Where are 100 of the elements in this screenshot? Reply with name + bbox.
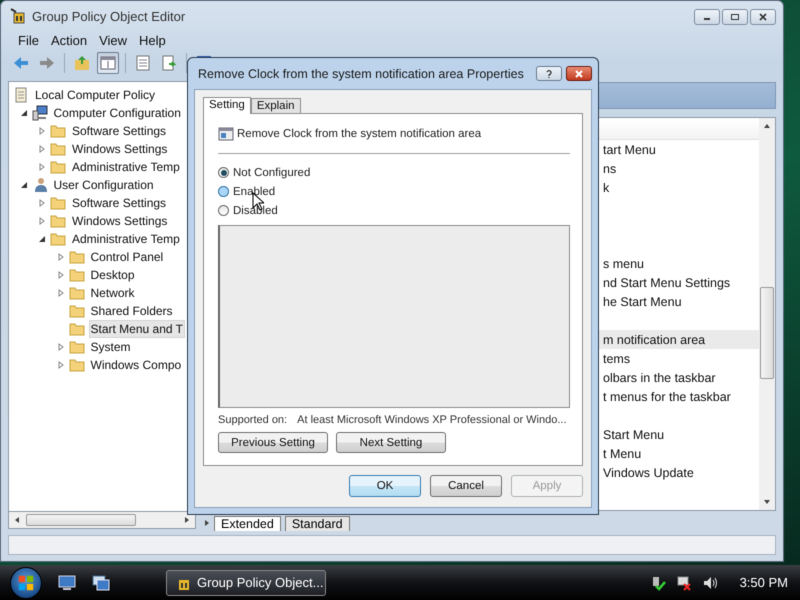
tree-item[interactable]: Windows Settings xyxy=(70,212,170,230)
radio-button[interactable] xyxy=(218,205,229,216)
tree-item[interactable]: Desktop xyxy=(88,266,137,284)
export-icon xyxy=(160,54,178,72)
dialog-tab[interactable]: Setting xyxy=(203,97,251,114)
scroll-up-icon[interactable] xyxy=(764,123,770,129)
tree-item[interactable]: Administrative Temp xyxy=(70,230,182,248)
folder-icon xyxy=(50,213,66,229)
setting-item[interactable]: Start Menu xyxy=(603,428,664,442)
setting-item[interactable]: k xyxy=(603,180,610,194)
network-icon[interactable] xyxy=(676,574,692,590)
maximize-button[interactable] xyxy=(722,9,748,25)
scroll-right-icon[interactable] xyxy=(184,517,190,523)
collapse-arrow-icon[interactable] xyxy=(38,235,46,243)
expand-arrow-icon[interactable] xyxy=(56,343,64,351)
expand-arrow-icon[interactable] xyxy=(38,163,46,171)
desktop-icon[interactable] xyxy=(58,574,76,590)
close-icon xyxy=(574,68,584,78)
windows-icon[interactable] xyxy=(92,574,110,590)
option-label[interactable]: Not Configured xyxy=(233,166,310,178)
expand-arrow-icon[interactable] xyxy=(38,145,46,153)
folder-icon xyxy=(50,195,66,211)
policy-icon xyxy=(218,126,234,142)
clock[interactable]: 3:50 PM xyxy=(740,575,788,590)
vertical-scrollbar[interactable] xyxy=(759,118,775,510)
setting-item[interactable]: nd Start Menu Settings xyxy=(603,276,730,290)
tree-item[interactable]: Control Panel xyxy=(88,248,166,266)
windows-logo-icon xyxy=(17,574,35,592)
tree-pane-button[interactable] xyxy=(97,52,119,74)
setting-item[interactable]: tart Menu xyxy=(603,142,656,156)
minimize-button[interactable] xyxy=(694,9,720,25)
tree-item[interactable]: Network xyxy=(88,284,137,302)
tree-item[interactable]: Software Settings xyxy=(70,122,168,140)
setting-item[interactable]: m notification area xyxy=(603,332,706,346)
scroll-thumb[interactable] xyxy=(760,287,774,379)
app-icon xyxy=(10,8,26,24)
dialog-tab[interactable]: Explain xyxy=(250,98,301,113)
folder-icon xyxy=(68,267,84,283)
taskbar-button[interactable]: Group Policy Object... xyxy=(166,570,326,596)
view-tab[interactable]: Standard xyxy=(284,516,350,530)
tree-item[interactable]: User Configuration xyxy=(52,176,156,194)
option-label[interactable]: Enabled xyxy=(233,186,276,198)
setting-item[interactable]: olbars in the taskbar xyxy=(603,370,716,384)
radio-button[interactable] xyxy=(218,167,229,178)
dialog-button[interactable]: Cancel xyxy=(430,475,502,497)
tab-scroll-icon[interactable] xyxy=(204,520,210,526)
tree-item[interactable]: Software Settings xyxy=(70,194,168,212)
nav-button[interactable]: Next Setting xyxy=(336,432,446,453)
expand-arrow-icon[interactable] xyxy=(56,361,64,369)
setting-item[interactable]: Vindows Update xyxy=(603,466,694,480)
dialog-title: Remove Clock from the system notification area Properties xyxy=(198,66,524,80)
expand-arrow-icon[interactable] xyxy=(56,253,64,261)
close-button[interactable] xyxy=(566,66,592,81)
policy-name: Remove Clock from the system notification area xyxy=(237,128,482,140)
default-button[interactable]: OK xyxy=(349,475,421,497)
menu-item[interactable]: View xyxy=(95,32,136,48)
setting-item[interactable]: tems xyxy=(603,352,630,366)
expand-arrow-icon[interactable] xyxy=(38,127,46,135)
setting-item[interactable]: ns xyxy=(603,162,616,176)
view-tab[interactable]: Extended xyxy=(214,516,281,530)
collapse-arrow-icon[interactable] xyxy=(20,109,28,117)
tree-item[interactable]: System xyxy=(88,338,133,356)
option-label[interactable]: Disabled xyxy=(233,204,278,216)
tree-item[interactable]: Local Computer Policy xyxy=(33,86,158,104)
speaker-icon[interactable] xyxy=(702,574,718,590)
scroll-thumb[interactable] xyxy=(26,514,136,526)
close-button[interactable] xyxy=(750,9,776,25)
tree-item[interactable]: Administrative Temp xyxy=(70,158,182,176)
scroll-left-icon[interactable] xyxy=(14,517,20,523)
expand-arrow-icon[interactable] xyxy=(38,199,46,207)
folder-icon xyxy=(50,141,66,157)
menu-item[interactable]: File xyxy=(8,32,47,48)
folder-icon xyxy=(50,159,66,175)
horizontal-scrollbar[interactable] xyxy=(8,512,196,529)
setting-item[interactable]: t menus for the taskbar xyxy=(603,390,731,404)
expand-arrow-icon[interactable] xyxy=(56,289,64,297)
tree-item[interactable]: Computer Configuration xyxy=(52,104,183,122)
menu-item[interactable]: Action xyxy=(46,32,96,48)
tree-item[interactable]: Shared Folders xyxy=(88,302,175,320)
setting-item[interactable]: he Start Menu xyxy=(603,294,682,308)
setting-item[interactable]: s menu xyxy=(603,256,644,270)
setting-item[interactable]: t Menu xyxy=(603,446,642,460)
start-button[interactable] xyxy=(10,566,42,598)
tree-item[interactable]: Windows Compo xyxy=(88,356,184,374)
folder-icon xyxy=(68,321,84,337)
menu-item[interactable]: Help xyxy=(135,32,174,48)
nav-button[interactable]: Previous Setting xyxy=(218,432,328,453)
radio-button[interactable] xyxy=(218,186,229,197)
collapse-arrow-icon[interactable] xyxy=(20,181,28,189)
expand-arrow-icon[interactable] xyxy=(38,217,46,225)
tree-item[interactable]: Start Menu and T xyxy=(88,320,185,338)
help-button[interactable] xyxy=(536,66,562,81)
folder-icon xyxy=(68,285,84,301)
expand-arrow-icon[interactable] xyxy=(56,271,64,279)
tree-item[interactable]: Windows Settings xyxy=(70,140,170,158)
left-arrow-icon xyxy=(12,54,30,72)
maximize-icon xyxy=(730,12,740,22)
scroll-down-icon[interactable] xyxy=(764,499,770,505)
folder-icon xyxy=(68,303,84,319)
computer-icon xyxy=(32,105,48,121)
